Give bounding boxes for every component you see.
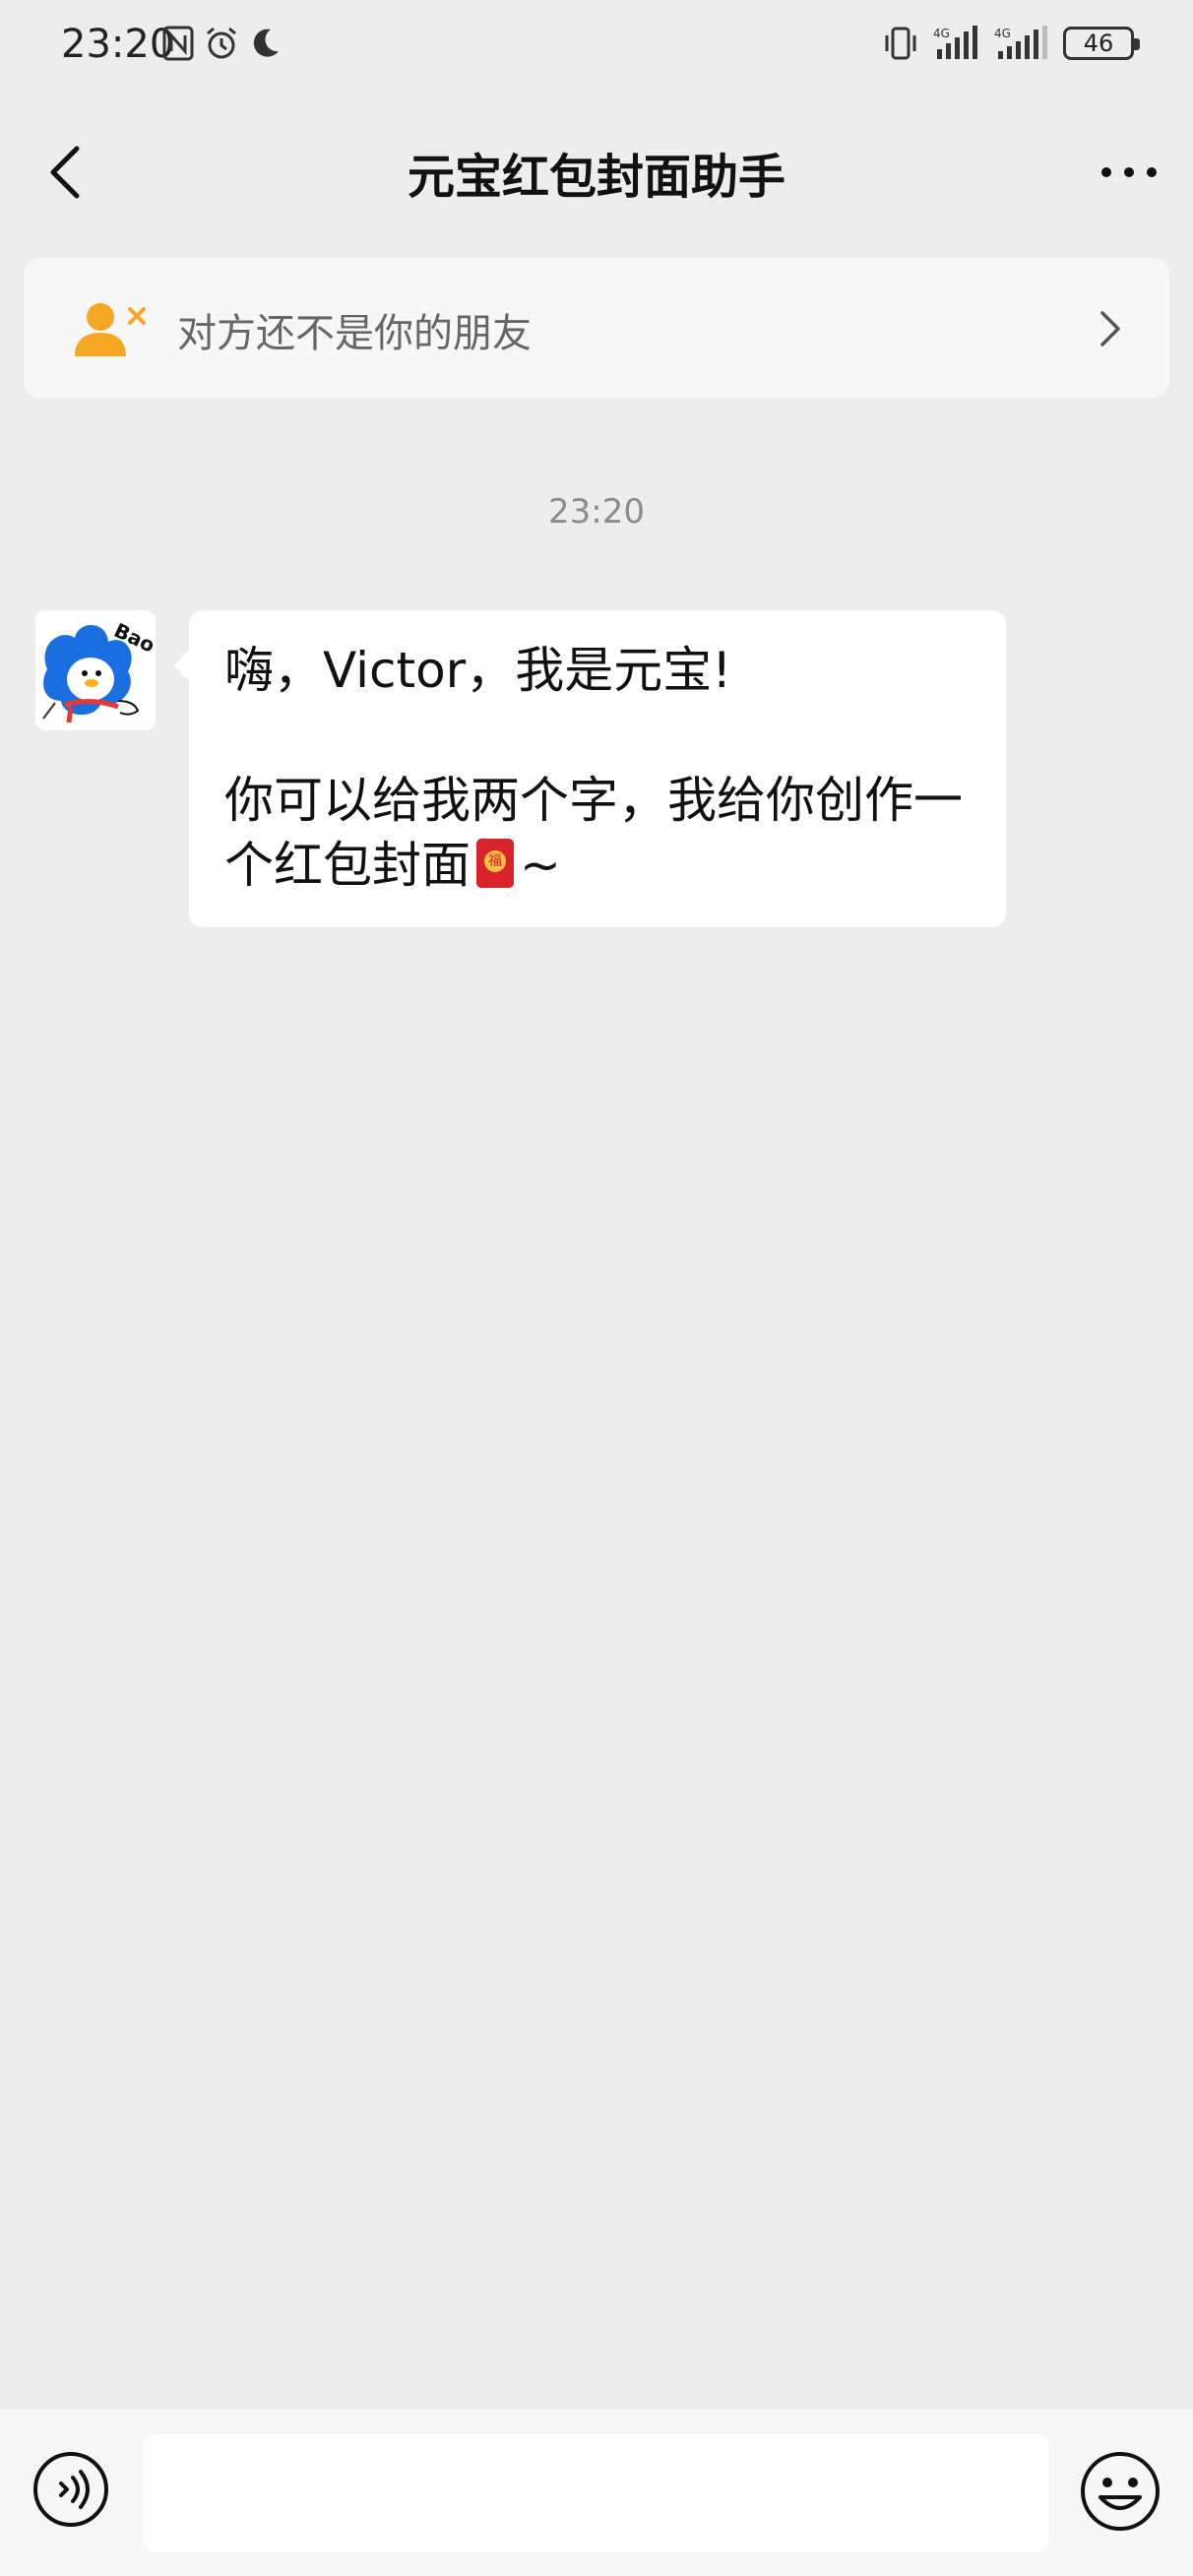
input-bar bbox=[0, 2408, 1193, 2576]
more-dots-icon bbox=[1101, 167, 1157, 177]
bao-mascot-icon: Bao bbox=[35, 610, 156, 730]
status-right-icons: 4G 4G 46 bbox=[882, 26, 1140, 61]
avatar[interactable]: Bao bbox=[35, 610, 156, 730]
nfc-icon bbox=[162, 26, 194, 61]
message-line-2-text: 你可以给我两个字，我给你创作一个红包封面 bbox=[224, 772, 963, 894]
chat-timestamp: 23:20 bbox=[548, 492, 645, 532]
status-time: 23:20 bbox=[61, 22, 175, 67]
voice-button[interactable] bbox=[31, 2450, 110, 2529]
vibrate-icon bbox=[885, 27, 916, 60]
red-packet-icon bbox=[476, 839, 514, 888]
user-x-icon bbox=[71, 299, 148, 358]
message-line-1: 嗨，Victor，我是元宝! bbox=[224, 642, 732, 699]
status-left-icons bbox=[162, 26, 283, 61]
svg-text:4G: 4G bbox=[994, 27, 1011, 40]
moon-icon bbox=[253, 29, 279, 57]
signal-4g-icon: 4G bbox=[933, 26, 977, 59]
message-input[interactable] bbox=[144, 2434, 1049, 2552]
message-line-2: 你可以给我两个字，我给你创作一个红包封面~ bbox=[224, 768, 969, 898]
not-friend-notice[interactable]: 对方还不是你的朋友 bbox=[24, 258, 1169, 398]
chat-header: 元宝红包封面助手 bbox=[0, 98, 1193, 246]
battery-indicator: 46 bbox=[1063, 27, 1140, 60]
chevron-right-icon bbox=[1095, 309, 1124, 348]
message-bubble[interactable]: 嗨，Victor，我是元宝! 你可以给我两个字，我给你创作一个红包封面~ bbox=[173, 610, 1006, 927]
more-options-button[interactable] bbox=[1095, 143, 1163, 202]
emoji-icon bbox=[1081, 2452, 1160, 2531]
status-bar: 23:20 4G 4G 46 bbox=[0, 0, 1193, 98]
notice-text: 对方还不是你的朋友 bbox=[177, 311, 532, 356]
page-title: 元宝红包封面助手 bbox=[407, 150, 785, 205]
emoji-button[interactable] bbox=[1079, 2450, 1162, 2533]
alarm-icon bbox=[207, 27, 236, 59]
message-line-2-suffix: ~ bbox=[520, 837, 561, 894]
voice-icon bbox=[33, 2452, 108, 2527]
svg-text:4G: 4G bbox=[933, 27, 950, 40]
signal-4g-icon-2: 4G bbox=[994, 26, 1047, 59]
